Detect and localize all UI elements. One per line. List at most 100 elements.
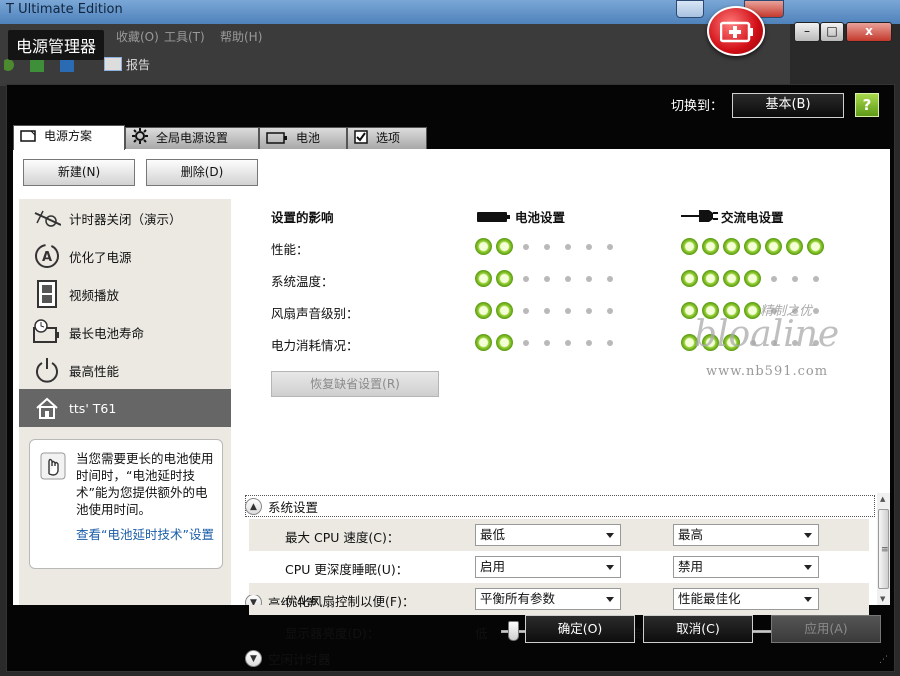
background-window-title: T Ultimate Edition: [6, 2, 123, 17]
level-dot-filled: [475, 302, 492, 319]
battery-icon: [266, 130, 288, 150]
tab-battery[interactable]: 电池: [259, 127, 347, 149]
background-minimize-button[interactable]: [676, 0, 704, 18]
level-dot-empty: [559, 270, 576, 287]
level-dot-filled: [496, 302, 513, 319]
timer-off-icon: [33, 204, 61, 232]
minimize-button[interactable]: –: [794, 22, 820, 42]
plan-item-max-performance[interactable]: 最高性能: [19, 351, 231, 389]
delete-plan-button[interactable]: 删除(D): [146, 159, 258, 186]
resize-grip-icon[interactable]: ⋰: [879, 655, 888, 665]
battery-alert-icon: [707, 6, 765, 56]
tab-options[interactable]: 选项: [347, 127, 427, 149]
restore-defaults-button[interactable]: 恢复缺省设置(R): [271, 371, 439, 397]
tab-power-plans[interactable]: 电源方案: [13, 125, 125, 150]
level-dot-empty: [580, 270, 597, 287]
chevron-down-icon: ▼: [245, 650, 262, 667]
plan-item-custom[interactable]: tts' T61: [19, 389, 231, 427]
close-button[interactable]: x: [846, 22, 892, 42]
menu-favorites[interactable]: 收藏(O): [116, 28, 159, 45]
basic-mode-button[interactable]: 基本(B): [732, 93, 844, 118]
plan-label: 最高性能: [69, 363, 120, 379]
level-dot-empty: [580, 238, 597, 255]
level-dot-empty: [517, 270, 534, 287]
level-dot-empty: [765, 302, 782, 319]
plan-label: tts' T61: [69, 400, 117, 416]
brightness-low-label: 低: [475, 626, 488, 641]
level-dot-filled: [475, 334, 492, 351]
level-dot-filled: [681, 302, 698, 319]
cpu-sleep-battery-select[interactable]: 启用: [475, 556, 621, 578]
battery-impact-meter: [475, 238, 618, 255]
tab-global-power-settings[interactable]: 全局电源设置: [125, 127, 259, 149]
level-dot-filled: [702, 270, 719, 287]
setting-label: CPU 更深度睡眠(U)：: [285, 562, 409, 577]
report-icon: [104, 57, 122, 71]
report-label: 报告: [126, 58, 151, 72]
level-dot-empty: [786, 334, 803, 351]
plan-item-max-battery[interactable]: 最长电池寿命: [19, 313, 231, 351]
maximize-icon: □: [826, 24, 838, 38]
level-dot-empty: [786, 302, 803, 319]
level-dot-empty: [601, 270, 618, 287]
help-icon[interactable]: ?: [855, 93, 879, 117]
power-manager-window: 切换到： 基本(B) ? 电源方案 全局电源设置 电池 选项 新建(N) 删除(…: [6, 84, 895, 672]
impact-row-label: 电力消耗情况：: [271, 338, 359, 353]
app-title: 电源管理器: [8, 30, 105, 60]
brightness-battery-slider[interactable]: [507, 621, 519, 641]
plan-item-video[interactable]: 视频播放: [19, 275, 231, 313]
cpu-speed-ac-select[interactable]: 最高: [673, 524, 819, 546]
minimize-icon: –: [804, 24, 810, 38]
level-dot-empty: [538, 270, 555, 287]
checkbox-icon: [354, 130, 368, 150]
setting-row-cpu-sleep: CPU 更深度睡眠(U)： 启用 禁用: [249, 551, 869, 583]
plan-item-optimized[interactable]: A 优化了电源: [19, 237, 231, 275]
level-dot-filled: [681, 270, 698, 287]
idle-timer-header[interactable]: ▼ 空闲计时器: [245, 649, 331, 668]
level-dot-empty: [580, 302, 597, 319]
level-dot-empty: [807, 302, 824, 319]
level-dot-filled: [744, 302, 761, 319]
level-dot-empty: [517, 302, 534, 319]
gear-icon: [132, 128, 148, 150]
hand-pointer-icon: [40, 452, 66, 483]
battery-settings-header: 电池设置: [515, 210, 566, 225]
cancel-button[interactable]: 取消(C): [643, 615, 753, 643]
menu-tools[interactable]: 工具(T): [164, 28, 205, 45]
level-dot-empty: [559, 302, 576, 319]
tab-label: 全局电源设置: [156, 131, 229, 145]
scroll-down-icon[interactable]: ▼: [880, 595, 885, 603]
setting-label: 最大 CPU 速度(C)：: [285, 530, 400, 545]
scroll-grip-icon: ≡: [881, 545, 889, 555]
cpu-sleep-ac-select[interactable]: 禁用: [673, 556, 819, 578]
maximize-button[interactable]: □: [820, 22, 844, 42]
setting-row-cpu-speed: 最大 CPU 速度(C)： 最低 最高: [249, 519, 869, 551]
impact-row-label: 风扇声音级别：: [271, 306, 359, 321]
menu-help[interactable]: 帮助(H): [220, 28, 262, 45]
tab-label: 电源方案: [44, 129, 93, 143]
level-dot-filled: [744, 238, 761, 255]
ac-impact-meter: [681, 334, 824, 351]
level-dot-filled: [496, 270, 513, 287]
cpu-speed-battery-select[interactable]: 最低: [475, 524, 621, 546]
ac-settings-header: 交流电设置: [721, 210, 784, 225]
level-dot-empty: [517, 238, 534, 255]
advanced-settings-header[interactable]: ▼ 高级设置: [245, 595, 865, 605]
new-plan-button[interactable]: 新建(N): [23, 159, 135, 186]
plan-item-timer-off[interactable]: 计时器关闭（演示）: [19, 199, 231, 237]
system-settings-header[interactable]: ▲ 系统设置: [245, 497, 318, 516]
report-toolbar-item[interactable]: 报告: [104, 56, 150, 73]
level-dot-empty: [807, 334, 824, 351]
apply-button[interactable]: 应用(A): [771, 615, 881, 643]
level-dot-filled: [681, 334, 698, 351]
level-dot-filled: [475, 270, 492, 287]
settings-scrollbar[interactable]: ▲ ≡ ▼: [877, 493, 890, 605]
level-dot-empty: [601, 334, 618, 351]
long-battery-icon: [33, 318, 61, 346]
level-dot-empty: [538, 238, 555, 255]
ok-button[interactable]: 确定(O): [525, 615, 635, 643]
level-dot-empty: [538, 334, 555, 351]
scroll-up-icon[interactable]: ▲: [880, 495, 885, 503]
battery-stretch-link[interactable]: 查看“电池延时技术”设置: [76, 526, 216, 543]
impact-row-label: 系统温度：: [271, 274, 334, 289]
